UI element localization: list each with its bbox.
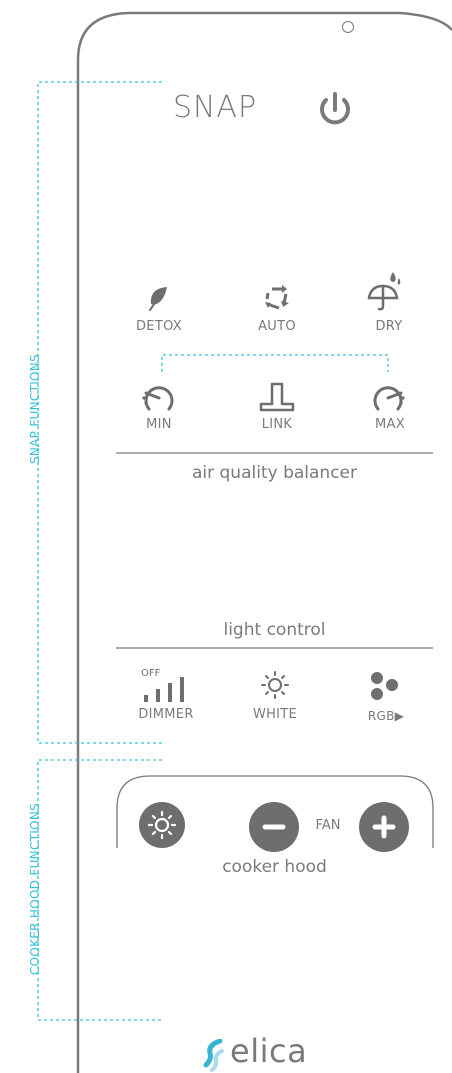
auto-button[interactable]: AUTO [243,282,311,338]
elica-logo-text: elica [230,1032,308,1070]
min-label: MIN [146,417,172,432]
max-label: MAX [375,417,405,432]
light-control-title: light control [223,620,326,640]
dimmer-button[interactable]: OFF DIMMER [128,668,204,726]
link-label: LINK [261,417,293,432]
gauge-min-icon [142,386,174,411]
led-indicator [342,21,354,33]
recycle-icon [265,285,289,310]
hood-link-icon [259,382,295,412]
dry-label: DRY [375,319,403,334]
power-icon [320,92,350,125]
signal-bars-icon [144,677,184,702]
rgb-dots-icon [371,672,398,700]
rgb-label: RGB▶ [367,709,405,723]
sun-icon [261,671,289,699]
fan-plus-button[interactable] [359,802,409,852]
minus-icon [262,824,286,830]
detox-label: DETOX [136,319,182,334]
plus-icon [372,815,396,839]
hood-light-button[interactable] [139,802,185,848]
rgb-button[interactable]: RGB▶ [356,668,416,726]
brand-title: SNAP [172,90,258,125]
auto-label: AUTO [258,319,296,334]
detox-button[interactable]: DETOX [125,282,193,338]
snap-functions-label: SNAP FUNCTIONS [28,354,42,465]
power-button[interactable] [314,88,356,130]
fan-minus-button[interactable] [249,802,299,852]
link-button[interactable]: LINK [246,382,308,436]
remote-outline [37,11,452,1073]
umbrella-drop-icon [367,272,401,311]
dry-button[interactable]: DRY [357,270,421,338]
leaf-icon [149,287,167,311]
white-label: WHITE [252,707,298,722]
white-button[interactable]: WHITE [242,668,308,726]
cooker-hood-title: cooker hood [222,857,327,877]
elica-logo-icon [203,1039,224,1072]
gauge-max-icon [373,386,405,411]
min-button[interactable]: MIN [128,382,190,436]
dimmer-label: DIMMER [138,707,194,722]
air-quality-title: air quality balancer [191,463,357,483]
max-button[interactable]: MAX [359,382,421,436]
cooker-hood-functions-label: COOKER HOOD FUNCTIONS [28,802,42,976]
light-sun-icon [147,810,177,840]
fan-label: FAN [315,818,341,833]
